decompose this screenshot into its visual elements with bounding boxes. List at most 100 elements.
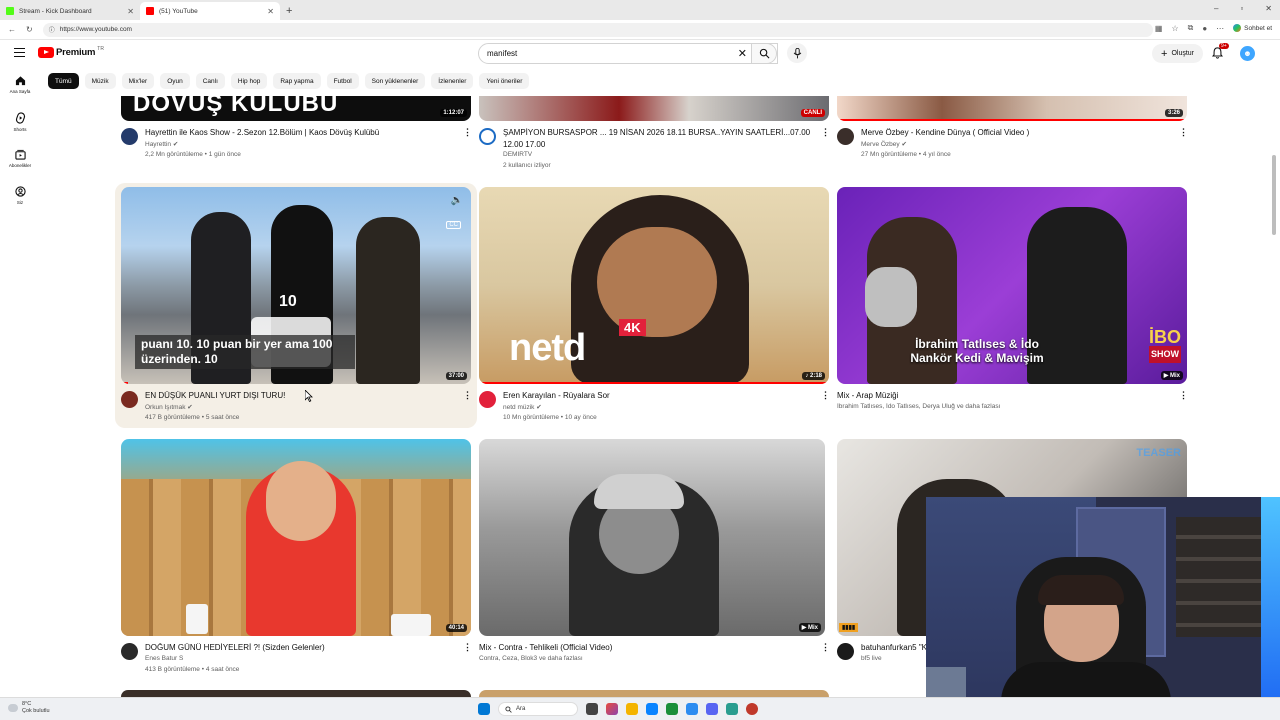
channel-avatar[interactable] <box>479 128 496 145</box>
youtube-logo[interactable]: Premium TR <box>38 46 104 58</box>
video-thumbnail[interactable]: 10 puanı 10. 10 puan bir yer ama 100 üze… <box>121 187 471 384</box>
clear-search-icon[interactable]: ✕ <box>738 47 747 60</box>
more-actions-icon[interactable]: ⋮ <box>1179 127 1188 138</box>
chip-live[interactable]: Canlı <box>195 73 225 89</box>
notifications-button[interactable]: 9+ <box>1211 43 1229 64</box>
more-actions-icon[interactable]: ⋮ <box>463 390 472 401</box>
more-actions-icon[interactable]: ⋮ <box>463 127 472 138</box>
create-button[interactable]: + Oluştur <box>1152 44 1203 63</box>
channel-name[interactable]: Hayrettin ✔ <box>145 140 178 148</box>
minimize-icon[interactable]: – <box>1214 4 1218 13</box>
chip-hiphop[interactable]: Hip hop <box>230 73 268 89</box>
account-avatar[interactable]: ☻ <box>1240 46 1255 61</box>
video-thumbnail[interactable]: 40:14 <box>121 439 471 636</box>
video-title[interactable]: ŞAMPİYON BURSASPOR ... 19 NİSAN 2026 18.… <box>503 128 813 137</box>
search-button[interactable] <box>751 43 777 64</box>
edge-icon[interactable] <box>646 703 658 715</box>
chip-gaming[interactable]: Oyun <box>160 73 190 89</box>
back-icon[interactable]: ← <box>8 25 16 34</box>
mute-icon[interactable]: 🔈 <box>451 195 463 206</box>
new-tab-button[interactable]: + <box>280 2 298 20</box>
chip-new-to-you[interactable]: Yeni öneriler <box>479 73 530 89</box>
chip-football[interactable]: Futbol <box>326 73 359 89</box>
guide-item-home[interactable]: Ana Sayfa <box>0 75 40 112</box>
channel-name[interactable]: Orkun Işıtmak ✔ <box>145 403 193 411</box>
profile-icon[interactable]: ● <box>1202 24 1207 33</box>
video-thumbnail[interactable] <box>479 690 829 697</box>
channel-avatar[interactable] <box>121 391 138 408</box>
weather-widget[interactable]: 8°C Çok bulutlu <box>8 701 50 715</box>
guide-item-you[interactable]: Siz <box>0 186 40 223</box>
channel-name[interactable]: netd müzik ✔ <box>503 403 542 411</box>
page-scrollbar[interactable] <box>1272 155 1276 235</box>
app-icon[interactable] <box>666 703 678 715</box>
video-thumbnail[interactable]: İbrahim Tatlıses & İdo Nankör Kedi & Mav… <box>837 187 1187 384</box>
task-view-icon[interactable] <box>586 703 598 715</box>
tab-kick-dashboard[interactable]: Stream - Kick Dashboard ✕ <box>0 2 140 20</box>
chip-all[interactable]: Tümü <box>48 73 79 89</box>
video-thumbnail[interactable]: ▶ Mix <box>479 439 825 636</box>
video-title[interactable]: Eren Karayılan - Rüyalara Sor <box>503 391 813 400</box>
channel-name[interactable]: Merve Özbey ✔ <box>861 140 907 148</box>
chip-music[interactable]: Müzik <box>84 73 116 89</box>
extensions-icon[interactable]: ▦ <box>1155 24 1163 33</box>
copilot-icon[interactable] <box>606 703 618 715</box>
collections-icon[interactable]: ⧉ <box>1188 23 1194 33</box>
tab-youtube[interactable]: (51) YouTube ✕ <box>140 2 280 20</box>
refresh-icon[interactable]: ↻ <box>26 25 33 34</box>
captions-icon[interactable]: CC <box>446 221 461 229</box>
channel-avatar[interactable] <box>121 643 138 660</box>
video-thumbnail[interactable]: 3:26 <box>837 96 1187 121</box>
video-thumbnail[interactable]: CANLI <box>479 96 829 121</box>
more-actions-icon[interactable]: ⋮ <box>821 642 830 653</box>
hamburger-menu-icon[interactable] <box>14 48 25 57</box>
more-icon[interactable]: ⋯ <box>1216 24 1224 33</box>
channel-avatar[interactable] <box>479 391 496 408</box>
chip-watched[interactable]: İzlenenler <box>431 73 474 89</box>
channel-avatar[interactable] <box>837 643 854 660</box>
video-title[interactable]: batuhanfurkan5 "K <box>861 643 927 652</box>
chip-mixes[interactable]: Mix'ler <box>121 73 155 89</box>
video-title[interactable]: EN DÜŞÜK PUANLI YURT DIŞI TURU! <box>145 391 455 400</box>
app-icon[interactable] <box>726 703 738 715</box>
start-icon[interactable] <box>478 703 490 715</box>
video-thumbnail[interactable] <box>121 690 471 697</box>
video-title[interactable]: Hayrettin ile Kaos Show - 2.Sezon 12.Böl… <box>145 128 455 137</box>
more-actions-icon[interactable]: ⋮ <box>821 390 830 401</box>
search-input[interactable]: manifest ✕ <box>478 43 778 64</box>
obs-icon[interactable] <box>746 703 758 715</box>
channel-name[interactable]: Enes Batur S <box>145 655 183 662</box>
copilot-chat-button[interactable]: Sohbet et <box>1233 24 1272 32</box>
more-actions-icon[interactable]: ⋮ <box>1179 390 1188 401</box>
more-actions-icon[interactable]: ⋮ <box>821 127 830 138</box>
app-icon[interactable] <box>686 703 698 715</box>
video-thumbnail[interactable]: DÖVÜŞ KULÜBÜ 1:12:07 <box>121 96 471 121</box>
hair-shape <box>1038 575 1124 605</box>
video-title[interactable]: Merve Özbey - Kendine Dünya ( Official V… <box>861 128 1171 137</box>
favorite-star-icon[interactable]: ☆ <box>1171 24 1178 33</box>
video-thumbnail[interactable]: netd 4K ♪ 2:18 <box>479 187 829 384</box>
video-title[interactable]: Mix - Contra - Tehlikeli (Official Video… <box>479 643 799 652</box>
voice-search-button[interactable] <box>787 43 807 63</box>
video-title[interactable]: Mix - Arap Müziği <box>837 391 1157 400</box>
url-field[interactable]: ⓘ https://www.youtube.com <box>42 22 1153 37</box>
close-icon[interactable]: ✕ <box>267 7 274 16</box>
chip-recently-uploaded[interactable]: Son yüklenenler <box>364 73 426 89</box>
guide-item-shorts[interactable]: Shorts <box>0 112 40 149</box>
more-actions-icon[interactable]: ⋮ <box>463 642 472 653</box>
discord-icon[interactable] <box>706 703 718 715</box>
video-title[interactable]: DOĞUM GÜNÜ HEDİYELERİ ?! (Sizden Gelenle… <box>145 643 455 652</box>
site-info-icon[interactable]: ⓘ <box>49 25 55 34</box>
maximize-icon[interactable]: ▫ <box>1240 4 1243 13</box>
duration-badge: 37:00 <box>445 372 467 380</box>
close-icon[interactable]: ✕ <box>127 7 134 16</box>
channel-name[interactable]: DEMIRTV <box>503 151 532 158</box>
channel-avatar[interactable] <box>837 128 854 145</box>
close-window-icon[interactable]: ✕ <box>1265 4 1272 13</box>
taskbar-search[interactable]: Ara <box>498 702 578 716</box>
file-explorer-icon[interactable] <box>626 703 638 715</box>
guide-item-subscriptions[interactable]: Abonelikler <box>0 149 40 186</box>
channel-avatar[interactable] <box>121 128 138 145</box>
chip-rap[interactable]: Rap yapma <box>273 73 321 89</box>
channel-name[interactable]: bf5 live <box>861 655 882 662</box>
